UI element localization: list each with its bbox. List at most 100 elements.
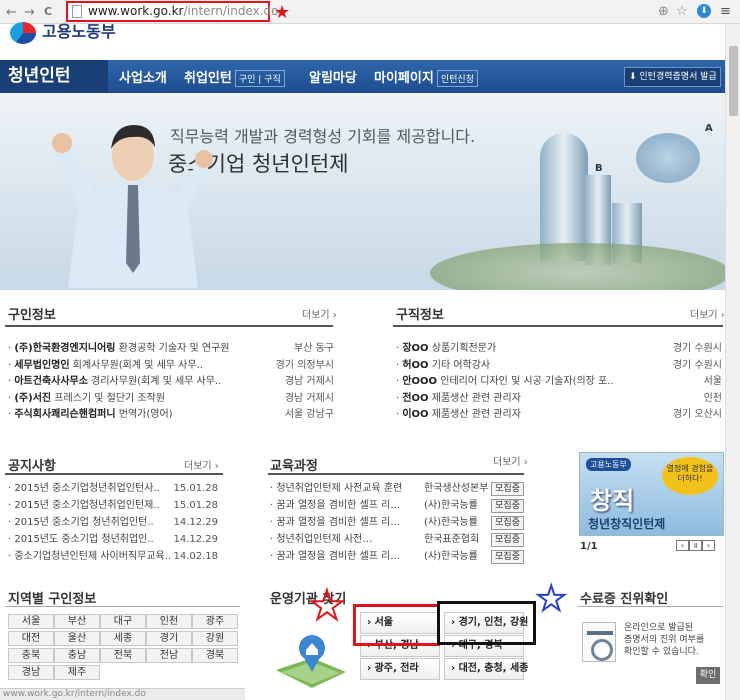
seeker-name: 장OO bbox=[402, 343, 429, 354]
extension-icon[interactable]: ⬇ bbox=[697, 4, 711, 18]
job-seeker-row[interactable]: · 이OO 제품생산 관련 관리자 경기 오산시 bbox=[396, 407, 722, 422]
nav-employment-intern[interactable]: 취업인턴 구인 | 구직 bbox=[184, 67, 285, 87]
course-org: 한국표준협회 bbox=[424, 534, 480, 545]
nav-mypage[interactable]: 마이페이지 인턴신청 bbox=[374, 67, 478, 87]
recruiting-badge[interactable]: 모집중 bbox=[491, 533, 524, 547]
region-button-10[interactable]: 충북 bbox=[8, 648, 54, 663]
reload-icon[interactable]: C bbox=[44, 5, 52, 18]
job-location: 서울 강남구 bbox=[284, 409, 334, 420]
course-title: 청년취업인턴제 사전… bbox=[276, 534, 373, 545]
divider bbox=[5, 325, 333, 327]
bookmark-star-icon[interactable]: ☆ bbox=[676, 4, 688, 19]
education-row[interactable]: · 꿈과 열정을 겸비한 셀프 리… (사)한국능률 모집중 bbox=[270, 515, 524, 530]
job-offer-row[interactable]: · (주)한국환경엔지니어링 환경공학 기술자 및 연구원 부산 동구 bbox=[8, 341, 334, 356]
building-label: B bbox=[595, 163, 603, 174]
page-scrollbar[interactable] bbox=[725, 24, 740, 700]
region-button-16[interactable]: 제주 bbox=[54, 665, 100, 680]
seeker-location: 경기 오산시 bbox=[672, 409, 722, 420]
recruiting-badge[interactable]: 모집중 bbox=[491, 499, 524, 513]
region-button-4[interactable]: 광주 bbox=[192, 614, 238, 629]
sub-label: 구인 bbox=[238, 75, 256, 85]
chart-bubble-illustration bbox=[636, 133, 700, 183]
notice-date: 14.12.29 bbox=[173, 517, 218, 528]
divider bbox=[5, 473, 223, 475]
notice-row[interactable]: · 2015년도 중소기업 청년취업인.. 14.12.29 bbox=[8, 532, 218, 547]
operator-region-5[interactable]: › 대전, 충청, 세종 bbox=[444, 658, 528, 680]
black-highlight-box bbox=[437, 601, 536, 645]
job-creation-intern-banner[interactable]: 고용노동부 열정에 경험을 더하다! 창직 청년창직인턴제 bbox=[579, 452, 724, 536]
sub-label: 구직 bbox=[264, 75, 281, 85]
job-seeker-row[interactable]: · 허OO 기타 어학강사 경기 수원시 bbox=[396, 358, 722, 373]
region-button-11[interactable]: 충남 bbox=[54, 648, 100, 663]
building-tower-illustration bbox=[540, 133, 588, 261]
recruiting-badge[interactable]: 모집중 bbox=[491, 516, 524, 530]
job-offer-row[interactable]: · 세무법인명인 회계사무원(회계 및 세무 사무.. 경기 의정부시 bbox=[8, 358, 334, 373]
region-button-12[interactable]: 전북 bbox=[100, 648, 146, 663]
notices-title: 공지사항 bbox=[8, 459, 56, 474]
region-button-8[interactable]: 경기 bbox=[146, 631, 192, 646]
sub-menu-apply[interactable]: 인턴신청 bbox=[436, 70, 478, 87]
status-bar-url: www.work.go.kr/intern/index.do bbox=[0, 688, 245, 700]
region-button-1[interactable]: 부산 bbox=[54, 614, 100, 629]
notice-row[interactable]: · 2015년 중소기업청년취업인턴제.. 15.01.28 bbox=[8, 498, 218, 513]
region-button-2[interactable]: 대구 bbox=[100, 614, 146, 629]
recruiting-badge[interactable]: 모집중 bbox=[491, 550, 524, 564]
notice-date: 14.02.18 bbox=[173, 551, 218, 562]
seeker-location: 서울 bbox=[703, 376, 722, 387]
address-bar[interactable]: www.work.go.kr/intern/index.do bbox=[66, 1, 279, 22]
region-button-6[interactable]: 울산 bbox=[54, 631, 100, 646]
region-button-7[interactable]: 세종 bbox=[100, 631, 146, 646]
region-button-0[interactable]: 서울 bbox=[8, 614, 54, 629]
company-name: 아트건축사사무소 bbox=[14, 376, 88, 387]
completion-desc: 온라인으로 발급된 증명서의 진위 여부를 확인할 수 있습니다. bbox=[624, 622, 704, 658]
next-icon[interactable]: › bbox=[702, 540, 715, 551]
sub-menu-offer[interactable]: 구인 | 구직 bbox=[234, 70, 285, 87]
job-offer-row[interactable]: · 주식회사쾌리슨핸컴퍼니 번역가(영어) 서울 강남구 bbox=[8, 407, 334, 422]
region-button-14[interactable]: 경북 bbox=[192, 648, 238, 663]
region-button-13[interactable]: 전남 bbox=[146, 648, 192, 663]
ministry-logo[interactable]: 고용노동부 bbox=[8, 22, 148, 52]
pause-icon[interactable]: ॥ bbox=[689, 540, 702, 551]
job-location: 경남 거제시 bbox=[284, 392, 334, 404]
forward-icon[interactable]: → bbox=[24, 5, 35, 20]
menu-icon[interactable]: ≡ bbox=[720, 4, 731, 19]
notice-row[interactable]: · 2015년 중소기업 청년취업인턴.. 14.12.29 bbox=[8, 515, 218, 530]
education-row[interactable]: · 꿈과 열정을 겸비한 셀프 리… (사)한국능률 모집중 bbox=[270, 549, 524, 564]
education-row[interactable]: · 청년취업인턴제 사전교육 훈련 한국생산성본부 모집중 bbox=[270, 481, 524, 496]
zoom-icon[interactable]: ⊕ bbox=[658, 4, 669, 19]
education-more-link[interactable]: 더보기 › bbox=[493, 453, 528, 468]
prev-icon[interactable]: ‹ bbox=[676, 540, 689, 551]
red-star-annotation-icon: ★ bbox=[308, 583, 346, 629]
job-seeker-row[interactable]: · 안OOO 인테리어 디자인 및 시공 기술자(의장 포.. 서울 bbox=[396, 374, 722, 389]
notice-row[interactable]: · 2015년 중소기업청년취업인턴사.. 15.01.28 bbox=[8, 481, 218, 496]
notice-title: 중소기업청년인턴제 사이버직무교육.. bbox=[14, 551, 172, 562]
job-seeker-row[interactable]: · 장OO 상품기획전문가 경기 수원시 bbox=[396, 341, 722, 356]
region-button-15[interactable]: 경남 bbox=[8, 665, 54, 680]
job-offers-more-link[interactable]: 더보기 › bbox=[302, 306, 337, 321]
region-button-9[interactable]: 강원 bbox=[192, 631, 238, 646]
region-button-5[interactable]: 대전 bbox=[8, 631, 54, 646]
notices-more-link[interactable]: 더보기 › bbox=[184, 457, 219, 472]
education-row[interactable]: · 꿈과 열정을 겸비한 셀프 리… (사)한국능률 모집중 bbox=[270, 498, 524, 513]
scroll-thumb[interactable] bbox=[729, 46, 738, 116]
nav-notice[interactable]: 알림마당 bbox=[309, 67, 357, 86]
education-row[interactable]: · 청년취업인턴제 사전… 한국표준협회 모집중 bbox=[270, 532, 524, 547]
job-offer-row[interactable]: · 아트건축사사무소 경리사무원(회계 및 세무 사무.. 경남 거제시 bbox=[8, 374, 334, 389]
desired-job: 제품생산 관련 관리자 bbox=[431, 392, 521, 404]
site-brand[interactable]: 청년인턴 bbox=[0, 60, 108, 93]
recruiting-badge[interactable]: 모집중 bbox=[491, 482, 524, 496]
job-seekers-title: 구직정보 bbox=[396, 308, 444, 323]
job-seekers-more-link[interactable]: 더보기 › bbox=[690, 306, 725, 321]
seeker-name: 안OOO bbox=[402, 376, 438, 387]
region-button-3[interactable]: 인천 bbox=[146, 614, 192, 629]
ground-illustration bbox=[430, 243, 725, 290]
operator-region-4[interactable]: › 광주, 전라 bbox=[360, 658, 440, 680]
intern-certificate-button[interactable]: ⬇ 인턴경력증명서 발급 bbox=[624, 67, 721, 87]
regions-title: 지역별 구인정보 bbox=[8, 592, 97, 607]
notice-row[interactable]: · 중소기업청년인턴제 사이버직무교육.. 14.02.18 bbox=[8, 549, 218, 564]
nav-business-intro[interactable]: 사업소개 bbox=[119, 67, 167, 86]
verify-button[interactable]: 확인 bbox=[696, 667, 720, 684]
back-icon[interactable]: ← bbox=[6, 5, 17, 20]
job-offer-row[interactable]: · (주)서진 프레스기 및 절단기 조작원 경남 거제시 bbox=[8, 391, 334, 406]
job-seeker-row[interactable]: · 전OO 제품생산 관련 관리자 인천 bbox=[396, 391, 722, 406]
